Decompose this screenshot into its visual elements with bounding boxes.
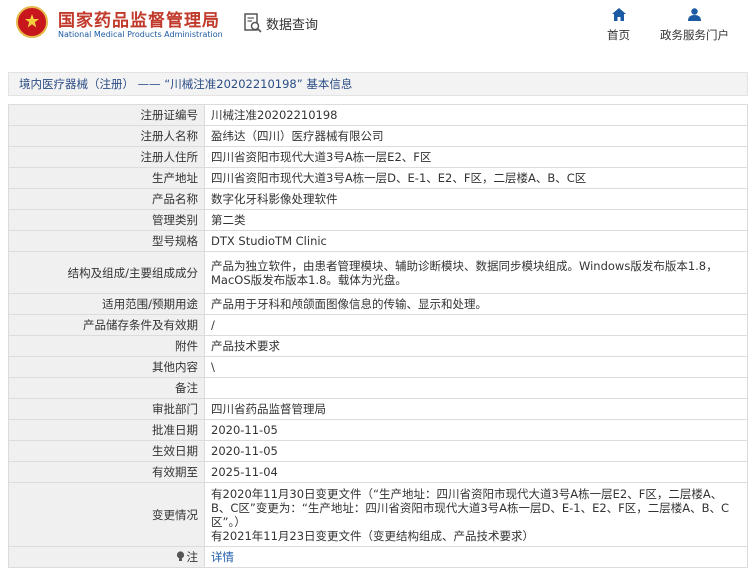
field-value: 2025-11-04 — [204, 461, 748, 483]
field-label: 结构及组成/主要组成成分 — [8, 251, 205, 294]
field-value: 数字化牙科影像处理软件 — [204, 188, 748, 210]
data-query-label: 数据查询 — [266, 17, 319, 33]
registration-info-table: 注册证编号 川械注准20202210198 注册人名称 盈纬达（四川）医疗器械有限公司… — [8, 104, 748, 568]
field-label: 附件 — [8, 335, 205, 357]
note-label-cell: 注 — [8, 546, 205, 568]
table-row: 备注 — [8, 377, 748, 399]
field-value — [204, 377, 748, 399]
field-value: 四川省药品监督管理局 — [204, 398, 748, 420]
nav-service-portal-label: 政务服务门户 — [660, 28, 729, 42]
table-row: 生产地址 四川省资阳市现代大道3号A栋一层D、E-1、E2、F区，二层楼A、B、C… — [8, 167, 748, 189]
field-value: 2020-11-05 — [204, 440, 748, 462]
change-history-row: 变更情况 有2020年11月30日变更文件（“生产地址：四川省资阳市现代大道3号A… — [8, 482, 748, 547]
field-label: 审批部门 — [8, 398, 205, 420]
field-label: 产品名称 — [8, 188, 205, 210]
data-query-link[interactable]: 数据查询 — [244, 12, 318, 34]
table-row: 产品储存条件及有效期 / — [8, 314, 748, 336]
table-row: 生效日期 2020-11-05 — [8, 440, 748, 462]
field-label: 产品储存条件及有效期 — [8, 314, 205, 336]
note-value: 详情 — [204, 546, 748, 568]
breadcrumb: 境内医疗器械（注册） —— “川械注准20202210198” 基本信息 — [8, 72, 748, 96]
table-row: 其他内容 \ — [8, 356, 748, 378]
field-value: 产品技术要求 — [204, 335, 748, 357]
field-value: 产品用于牙科和颅颌面图像信息的传输、显示和处理。 — [204, 293, 748, 315]
note-row: 注详情 — [8, 546, 748, 568]
field-value: DTX StudioTM Clinic — [204, 230, 748, 252]
change-history-value: 有2020年11月30日变更文件（“生产地址：四川省资阳市现代大道3号A栋一层E… — [204, 482, 748, 547]
field-label: 注册人住所 — [8, 146, 205, 168]
field-label: 适用范围/预期用途 — [8, 293, 205, 315]
field-label: 生效日期 — [8, 440, 205, 462]
home-icon — [611, 8, 626, 21]
star-icon — [25, 14, 39, 28]
field-value: / — [204, 314, 748, 336]
note-label: 注 — [186, 550, 199, 564]
table-row: 注册证编号 川械注准20202210198 — [8, 104, 748, 126]
table-row: 有效期至 2025-11-04 — [8, 461, 748, 483]
details-link[interactable]: 详情 — [211, 550, 234, 564]
field-value: 四川省资阳市现代大道3号A栋一层D、E-1、E2、F区，二层楼A、B、C区 — [204, 167, 748, 189]
lightbulb-icon — [176, 551, 184, 561]
table-row: 产品名称 数字化牙科影像处理软件 — [8, 188, 748, 210]
field-label: 管理类别 — [8, 209, 205, 231]
field-value: 四川省资阳市现代大道3号A栋一层E2、F区 — [204, 146, 748, 168]
field-label: 批准日期 — [8, 419, 205, 441]
field-value: 产品为独立软件，由患者管理模块、辅助诊断模块、数据同步模块组成。Windows版… — [204, 251, 748, 294]
field-label: 注册人名称 — [8, 125, 205, 147]
field-label: 注册证编号 — [8, 104, 205, 126]
change-history-label: 变更情况 — [8, 482, 205, 547]
table-row: 附件 产品技术要求 — [8, 335, 748, 357]
nav-home[interactable]: 首页 — [607, 8, 630, 43]
field-label: 有效期至 — [8, 461, 205, 483]
field-value: \ — [204, 356, 748, 378]
field-value: 2020-11-05 — [204, 419, 748, 441]
table-row: 审批部门 四川省药品监督管理局 — [8, 398, 748, 420]
site-header: 国家药品监督管理局 National Medical Products Admi… — [0, 0, 748, 64]
nav-home-label: 首页 — [607, 28, 630, 42]
site-title-en: National Medical Products Administration — [58, 30, 223, 39]
field-label: 型号规格 — [8, 230, 205, 252]
table-row: 管理类别 第二类 — [8, 209, 748, 231]
change-entry: 有2020年11月30日变更文件（“生产地址：四川省资阳市现代大道3号A栋一层E… — [211, 486, 730, 529]
search-document-icon — [244, 13, 262, 33]
table-row: 适用范围/预期用途 产品用于牙科和颅颌面图像信息的传输、显示和处理。 — [8, 293, 748, 315]
site-title-cn[interactable]: 国家药品监督管理局 — [58, 6, 220, 31]
table-row: 注册人住所 四川省资阳市现代大道3号A栋一层E2、F区 — [8, 146, 748, 168]
change-entry: 有2021年11月23日变更文件（变更结构组成、产品技术要求） — [211, 528, 535, 543]
user-icon — [688, 8, 701, 21]
field-label: 备注 — [8, 377, 205, 399]
table-row: 结构及组成/主要组成成分 产品为独立软件，由患者管理模块、辅助诊断模块、数据同步模… — [8, 251, 748, 294]
emblem-logo — [16, 6, 48, 38]
field-value: 盈纬达（四川）医疗器械有限公司 — [204, 125, 748, 147]
field-value: 川械注准20202210198 — [204, 104, 748, 126]
nav-service-portal[interactable]: 政务服务门户 — [660, 8, 729, 43]
breadcrumb-text: 境内医疗器械（注册） —— “川械注准20202210198” 基本信息 — [19, 77, 353, 91]
table-row: 型号规格 DTX StudioTM Clinic — [8, 230, 748, 252]
table-row: 注册人名称 盈纬达（四川）医疗器械有限公司 — [8, 125, 748, 147]
table-row: 批准日期 2020-11-05 — [8, 419, 748, 441]
field-value: 第二类 — [204, 209, 748, 231]
field-label: 生产地址 — [8, 167, 205, 189]
field-label: 其他内容 — [8, 356, 205, 378]
